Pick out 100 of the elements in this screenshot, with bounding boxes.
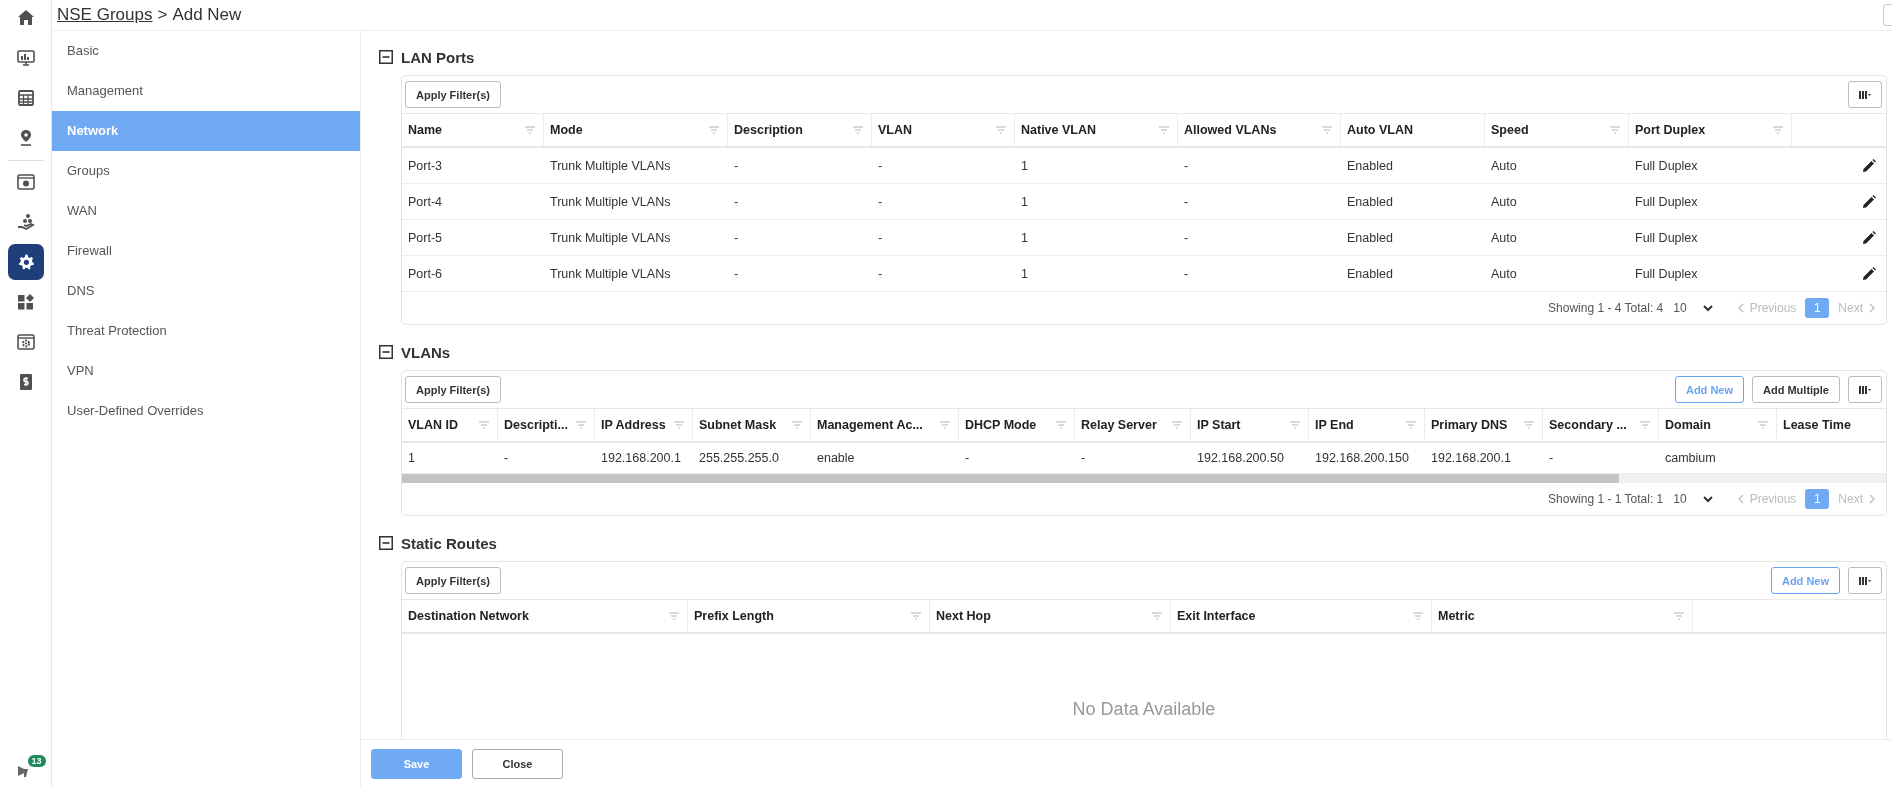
toolbar-button[interactable]: Add Multiple	[1752, 376, 1840, 403]
monitor-chart-icon[interactable]	[16, 49, 35, 67]
filter-icon[interactable]	[1640, 421, 1650, 429]
browser-gear-icon[interactable]	[16, 333, 35, 351]
column-header[interactable]: Prefix Length	[694, 609, 774, 623]
column-header[interactable]: Metric	[1438, 609, 1475, 623]
nav-item[interactable]: WAN	[52, 191, 360, 231]
column-header[interactable]: Secondary ...	[1549, 418, 1627, 432]
column-header[interactable]: Destination Network	[408, 609, 529, 623]
edit-icon[interactable]	[1862, 266, 1876, 281]
column-header[interactable]: Relay Server	[1081, 418, 1157, 432]
filter-icon[interactable]	[1524, 421, 1534, 429]
column-header[interactable]: Lease Time	[1783, 418, 1851, 432]
filter-icon[interactable]	[669, 612, 679, 620]
table-cell: -	[734, 266, 739, 281]
filter-icon[interactable]	[1322, 126, 1332, 134]
nav-item[interactable]: Basic	[52, 31, 360, 71]
column-header[interactable]: Management Ac...	[817, 418, 923, 432]
edit-icon[interactable]	[1862, 194, 1876, 209]
table-cell: Trunk Multiple VLANs	[550, 266, 671, 281]
table-cell: Enabled	[1347, 194, 1393, 209]
apply-filters-button[interactable]: Apply Filter(s)	[405, 567, 501, 594]
edit-icon[interactable]	[1862, 230, 1876, 245]
column-header[interactable]: Native VLAN	[1021, 123, 1097, 137]
filter-icon[interactable]	[1758, 421, 1768, 429]
edit-icon[interactable]	[1862, 158, 1876, 173]
column-header[interactable]: Name	[408, 123, 443, 137]
column-header[interactable]: Domain	[1665, 418, 1711, 432]
filter-icon[interactable]	[1674, 612, 1684, 620]
section-title: VLANs	[401, 343, 451, 361]
header-button[interactable]	[1883, 4, 1892, 26]
filter-icon[interactable]	[1056, 421, 1066, 429]
breadcrumb-link[interactable]: NSE Groups	[57, 5, 153, 25]
nav-item[interactable]: User-Defined Overrides	[52, 391, 360, 431]
column-chooser-button[interactable]	[1848, 376, 1882, 403]
filter-icon[interactable]	[709, 126, 719, 134]
nav-item[interactable]: Threat Protection	[52, 311, 360, 351]
apply-filters-button[interactable]: Apply Filter(s)	[405, 376, 501, 403]
column-header[interactable]: Description	[734, 123, 803, 137]
columns-icon	[1859, 90, 1871, 99]
people-hand-icon[interactable]	[16, 213, 35, 231]
column-header[interactable]: Port Duplex	[1635, 123, 1706, 137]
horizontal-scrollbar[interactable]	[402, 474, 1886, 483]
notification-badge: 13	[27, 755, 46, 767]
column-header[interactable]: Mode	[550, 123, 583, 137]
close-button[interactable]: Close	[472, 748, 563, 779]
table-cell: -	[1184, 194, 1189, 209]
page-size-select[interactable]: 10	[1673, 301, 1713, 315]
filter-icon[interactable]	[1159, 126, 1169, 134]
collapse-icon[interactable]	[379, 345, 393, 359]
column-chooser-button[interactable]	[1848, 81, 1882, 108]
table-icon[interactable]	[16, 89, 35, 107]
apply-filters-button[interactable]: Apply Filter(s)	[405, 81, 501, 108]
table-cell: Enabled	[1347, 230, 1393, 245]
filter-icon[interactable]	[1610, 126, 1620, 134]
column-header[interactable]: Allowed VLANs	[1184, 123, 1277, 137]
filter-icon[interactable]	[674, 421, 684, 429]
column-header[interactable]: Auto VLAN	[1347, 123, 1413, 137]
rail-button[interactable]	[7, 244, 44, 280]
nav-item[interactable]: Groups	[52, 151, 360, 191]
column-header[interactable]: IP End	[1315, 418, 1354, 432]
column-header[interactable]: VLAN	[878, 123, 913, 137]
nav-item[interactable]: VPN	[52, 351, 360, 391]
filter-icon[interactable]	[525, 126, 535, 134]
browser-check-icon[interactable]	[16, 173, 35, 191]
column-header[interactable]: VLAN ID	[408, 418, 458, 432]
filter-icon[interactable]	[1152, 612, 1162, 620]
filter-icon[interactable]	[1172, 421, 1182, 429]
nav-item[interactable]: Management	[52, 71, 360, 111]
home-icon[interactable]	[16, 9, 35, 27]
table-cell: cambium	[1665, 451, 1716, 465]
collapse-icon[interactable]	[379, 50, 393, 64]
table-cell: Auto	[1491, 266, 1517, 281]
filter-icon[interactable]	[996, 126, 1006, 134]
filter-icon[interactable]	[1406, 421, 1416, 429]
filter-icon[interactable]	[911, 612, 921, 620]
page-size-select[interactable]: 10	[1673, 492, 1713, 506]
nav-item[interactable]: DNS	[52, 271, 360, 311]
column-header[interactable]: Descripti...	[504, 418, 568, 432]
column-header[interactable]: IP Start	[1197, 418, 1241, 432]
nav-item[interactable]: Firewall	[52, 231, 360, 271]
filter-icon[interactable]	[792, 421, 802, 429]
filter-icon[interactable]	[853, 126, 863, 134]
collapse-icon[interactable]	[379, 536, 393, 550]
column-header[interactable]: IP Address	[601, 418, 666, 432]
column-header[interactable]: DHCP Mode	[965, 418, 1037, 432]
filter-icon[interactable]	[479, 421, 489, 429]
filter-icon[interactable]	[576, 421, 586, 429]
filter-icon[interactable]	[1773, 126, 1783, 134]
filter-icon[interactable]	[1290, 421, 1300, 429]
column-header[interactable]: Primary DNS	[1431, 418, 1508, 432]
filter-icon[interactable]	[1413, 612, 1423, 620]
filter-icon[interactable]	[940, 421, 950, 429]
column-header[interactable]: Speed	[1491, 123, 1529, 137]
column-header[interactable]: Exit Interface	[1177, 609, 1256, 623]
column-header[interactable]: Subnet Mask	[699, 418, 777, 432]
widgets-icon[interactable]	[16, 293, 35, 311]
column-chooser-button[interactable]	[1848, 567, 1882, 594]
chevron-right-icon	[1868, 494, 1876, 504]
column-header[interactable]: Next Hop	[936, 609, 991, 623]
